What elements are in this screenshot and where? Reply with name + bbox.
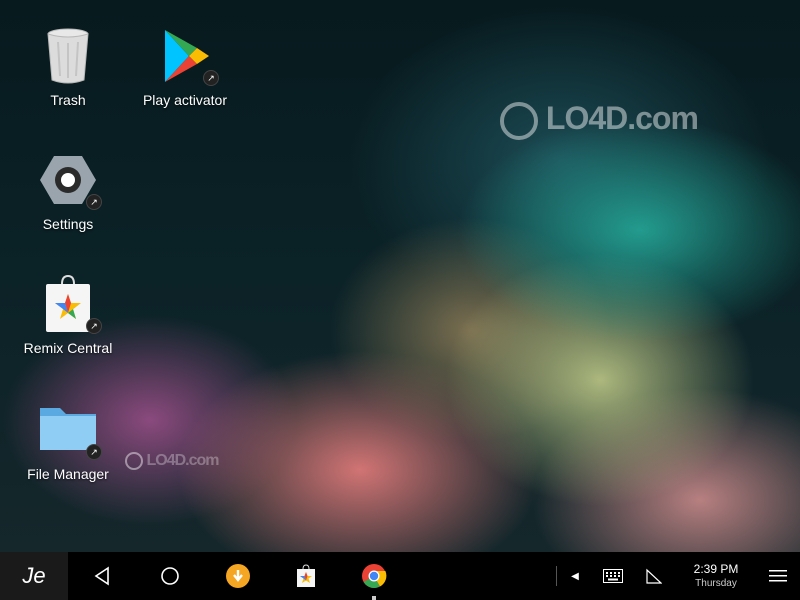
play-activator-label: Play activator <box>142 92 228 108</box>
file-manager-label: File Manager <box>27 466 109 482</box>
shortcut-arrow-icon: ↗ <box>86 194 102 210</box>
running-indicator <box>372 596 376 600</box>
desktop-icon-trash[interactable]: Trash <box>8 24 128 108</box>
notifications-button[interactable] <box>766 552 790 600</box>
clock-day: Thursday <box>695 578 737 589</box>
watermark-top: LO4D.com <box>500 100 699 140</box>
desktop-icon-settings[interactable]: ↗ Settings <box>8 148 128 232</box>
remix-central-icon: ↗ <box>36 272 102 336</box>
watermark-top-text: LO4D.com <box>545 100 699 136</box>
folder-icon: ↗ <box>36 398 102 462</box>
watermark-bottom-text: LO4D.com <box>146 452 219 470</box>
shortcut-arrow-icon: ↗ <box>86 318 102 334</box>
desktop-icon-remix-central[interactable]: ↗ Remix Central <box>8 272 128 356</box>
keyboard-button[interactable] <box>600 552 626 600</box>
shortcut-arrow-icon: ↗ <box>86 444 102 460</box>
start-logo: Je <box>22 563 46 588</box>
chrome-icon <box>362 564 387 589</box>
settings-label: Settings <box>42 216 94 232</box>
keyboard-icon <box>603 569 623 583</box>
watermark-logo-icon <box>500 101 538 140</box>
signal-icon <box>646 568 662 584</box>
trash-icon <box>36 24 100 88</box>
back-button[interactable] <box>86 560 118 592</box>
shortcut-arrow-icon: ↗ <box>203 70 219 86</box>
taskbar-app-chrome[interactable] <box>358 560 390 592</box>
tray-expand-button[interactable]: ◀ <box>566 552 584 600</box>
taskbar-app-downloader[interactable] <box>222 560 254 592</box>
home-button[interactable] <box>154 560 186 592</box>
desktop-icon-file-manager[interactable]: ↗ File Manager <box>8 398 128 482</box>
remix-central-label: Remix Central <box>23 340 113 356</box>
taskbar: Je ◀ 2:39 PM Thursday <box>0 552 800 600</box>
menu-lines-icon <box>769 570 787 582</box>
trash-label: Trash <box>50 92 86 108</box>
system-clock[interactable]: 2:39 PM Thursday <box>690 562 742 589</box>
desktop-icon-play-activator[interactable]: ↗ Play activator <box>125 24 245 108</box>
watermark-logo-icon <box>125 452 143 470</box>
clock-time: 2:39 PM <box>693 562 739 576</box>
remix-central-icon <box>297 564 315 587</box>
caret-left-icon: ◀ <box>571 570 579 582</box>
watermark-bottom: LO4D.com <box>125 452 219 470</box>
play-store-icon: ↗ <box>153 24 219 88</box>
tray-separator <box>556 566 557 586</box>
download-icon <box>226 564 250 588</box>
settings-gear-icon: ↗ <box>36 148 102 212</box>
home-circle-icon <box>161 567 179 585</box>
signal-status[interactable] <box>644 552 664 600</box>
taskbar-app-remix-central[interactable] <box>290 560 322 592</box>
start-menu-button[interactable]: Je <box>0 552 68 600</box>
back-triangle-icon <box>94 566 109 586</box>
